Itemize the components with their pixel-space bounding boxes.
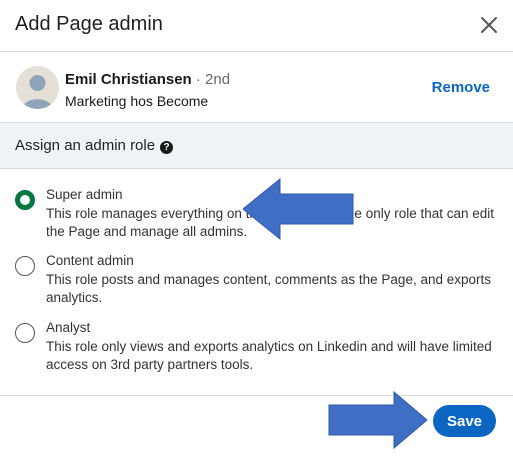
annotation-arrow-right: [328, 391, 428, 449]
annotation-arrow-left: [243, 178, 354, 240]
help-icon[interactable]: ?: [160, 141, 174, 154]
role-option-content-admin[interactable]: Content admin This role posts and manage…: [0, 253, 513, 305]
role-title: Analyst: [46, 320, 91, 335]
user-row: Emil Christiansen · 2nd Marketing hos Be…: [0, 52, 513, 122]
close-icon[interactable]: [479, 15, 499, 35]
footer-divider: [0, 395, 513, 396]
role-option-analyst[interactable]: Analyst This role only views and exports…: [0, 320, 513, 372]
role-title: Content admin: [46, 253, 134, 268]
role-description: This role only views and exports analyti…: [46, 339, 492, 372]
dialog-title: Add Page admin: [15, 13, 163, 35]
radio-content-admin[interactable]: [15, 256, 35, 276]
avatar: [16, 66, 59, 109]
dialog-header: Add Page admin: [0, 0, 513, 52]
user-name-text: Emil Christiansen: [65, 71, 192, 88]
user-name: Emil Christiansen · 2nd: [65, 71, 230, 88]
radio-super-admin[interactable]: [15, 190, 35, 210]
section-label-text: Assign an admin role: [15, 137, 156, 154]
section-label: Assign an admin role?: [15, 137, 174, 154]
user-headline: Marketing hos Become: [65, 93, 209, 109]
role-section-header: Assign an admin role?: [0, 122, 513, 169]
role-title: Super admin: [46, 187, 123, 202]
connection-degree: · 2nd: [195, 71, 231, 88]
save-button[interactable]: Save: [433, 405, 496, 437]
radio-analyst[interactable]: [15, 323, 35, 343]
remove-button[interactable]: Remove: [432, 79, 490, 96]
role-description: This role posts and manages content, com…: [46, 272, 491, 305]
